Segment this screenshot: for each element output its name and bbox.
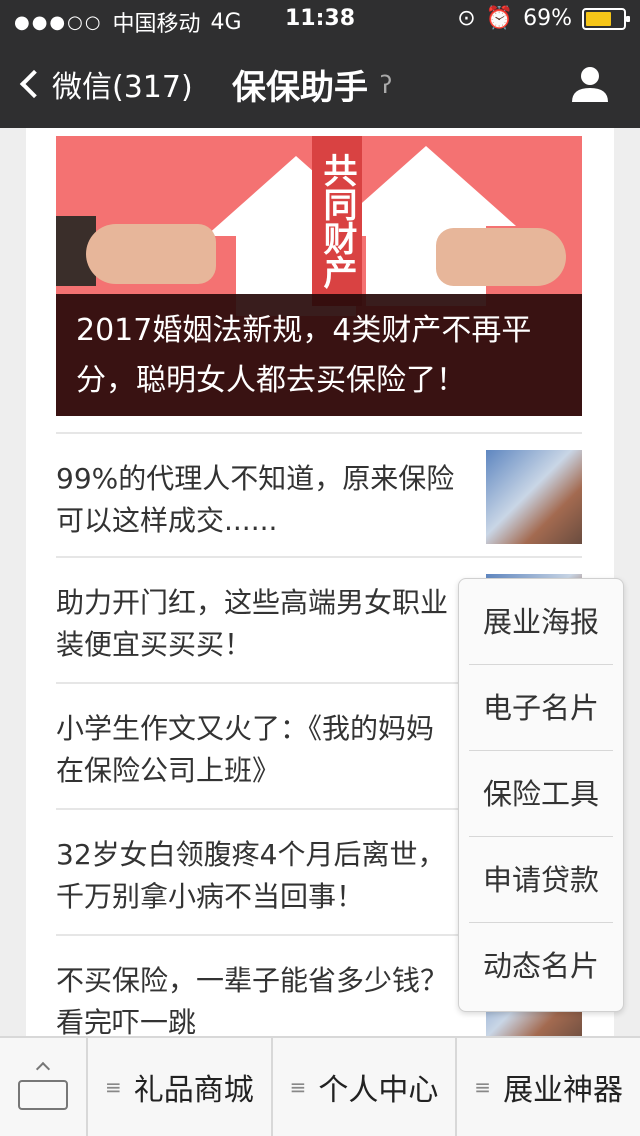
- tab-personal-center[interactable]: ≡ 个人中心: [273, 1038, 458, 1136]
- status-bar: ●●●○○ 中国移动 4G 11:38 ⊙ ⏰ 69%: [0, 0, 640, 40]
- news-title: 99%的代理人不知道，原来保险可以这样成交......: [56, 462, 455, 537]
- news-title: 小学生作文又火了：《我的妈妈在保险公司上班》: [56, 712, 435, 787]
- back-label: 微信(317): [52, 70, 193, 105]
- profile-icon[interactable]: [570, 64, 610, 104]
- back-button[interactable]: 微信(317): [16, 62, 193, 106]
- tab-label: 礼品商城: [133, 1073, 254, 1108]
- menu-item-apply-loan[interactable]: 申请贷款: [469, 837, 613, 923]
- news-title: 助力开门红，这些高端男女职业装便宜买买买！: [56, 586, 449, 661]
- keyboard-icon: [18, 1080, 68, 1110]
- menu-item-dynamic-card[interactable]: 动态名片: [469, 923, 613, 1009]
- page-title: 保保助手: [232, 68, 368, 108]
- menu-item-insurance-tools[interactable]: 保险工具: [469, 751, 613, 837]
- menu-item-business-card[interactable]: 电子名片: [469, 665, 613, 751]
- hero-article[interactable]: 共同财产 2017婚姻法新规，4类财产不再平分，聪明女人都去买保险了！: [56, 136, 582, 416]
- hand-right: [436, 228, 566, 286]
- keyboard-toggle-button[interactable]: [0, 1038, 88, 1136]
- rotation-lock-icon: ⊙: [457, 6, 476, 31]
- navigation-bar: 微信(317) 保保助手 ʔ: [0, 40, 640, 128]
- status-right: ⊙ ⏰ 69%: [457, 6, 630, 31]
- chevron-left-icon: [19, 69, 49, 99]
- news-title: 32岁女白领腹疼4个月后离世，千万别拿小病不当回事！: [56, 838, 446, 913]
- news-thumbnail: [486, 450, 582, 544]
- alarm-icon: ⏰: [485, 6, 514, 31]
- tab-label: 展业神器: [503, 1073, 624, 1108]
- battery-fill: [586, 11, 611, 26]
- hero-sign-text: 共同财产: [312, 136, 362, 306]
- menu-lines-icon: ≡: [289, 1075, 307, 1099]
- news-title: 不买保险，一辈子能省多少钱？看完吓一跳: [56, 964, 449, 1036]
- tab-business-tools[interactable]: ≡ 展业神器: [457, 1038, 640, 1136]
- hero-caption: 2017婚姻法新规，4类财产不再平分，聪明女人都去买保险了！: [56, 294, 582, 416]
- menu-item-poster[interactable]: 展业海报: [469, 579, 613, 665]
- bottom-menu-bar: ≡ 礼品商城 ≡ 个人中心 ≡ 展业神器: [0, 1036, 640, 1136]
- house-right-roof: [336, 146, 516, 226]
- tab-gift-mall[interactable]: ≡ 礼品商城: [88, 1038, 273, 1136]
- tab-label: 个人中心: [318, 1073, 439, 1108]
- menu-lines-icon: ≡: [474, 1075, 492, 1099]
- battery-percent: 69%: [523, 6, 572, 31]
- news-item[interactable]: 99%的代理人不知道，原来保险可以这样成交......: [56, 432, 582, 558]
- hand-left: [86, 224, 216, 284]
- ear-icon: ʔ: [380, 70, 393, 99]
- battery-icon: [582, 7, 630, 30]
- menu-lines-icon: ≡: [104, 1075, 122, 1099]
- page-title-wrap: 保保助手 ʔ: [232, 60, 392, 109]
- sub-menu-popup: 展业海报 电子名片 保险工具 申请贷款 动态名片: [458, 578, 624, 1012]
- chevron-up-icon: [35, 1061, 51, 1077]
